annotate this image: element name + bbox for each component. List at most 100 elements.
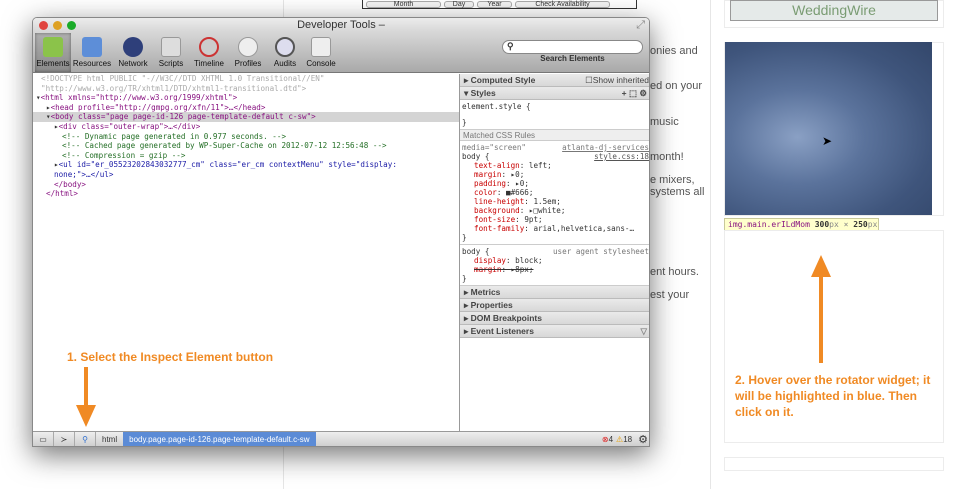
- title-bar: Developer Tools – ⤢: [33, 18, 649, 33]
- arrow-up-icon: [811, 255, 831, 363]
- css-property[interactable]: color: ■#666;: [462, 188, 649, 197]
- page-text: month!: [650, 151, 684, 163]
- page-text: onies and: [650, 45, 698, 57]
- tooltip-width: 300: [814, 220, 830, 229]
- dom-node[interactable]: "http://www.w3.org/TR/xhtml1/DTD/xhtml1-…: [33, 84, 459, 94]
- dom-node[interactable]: </body>: [33, 180, 459, 190]
- mouse-cursor-icon: ➤: [822, 134, 833, 148]
- console-icon: [311, 37, 331, 57]
- dom-comment[interactable]: <!-- Dynamic page generated in 0.977 sec…: [33, 132, 459, 142]
- dom-comment[interactable]: <!-- Compression = gzip -->: [33, 151, 459, 161]
- properties-header[interactable]: ▸ Properties: [460, 299, 649, 312]
- css-property[interactable]: display: block;: [462, 256, 649, 265]
- search-elements: ⚲ Search Elements: [502, 40, 643, 63]
- styles-header[interactable]: ▾ Styles + ⬚ ⚙: [460, 87, 649, 100]
- source-link[interactable]: style.css:18: [594, 152, 649, 161]
- page-text: e mixers,: [650, 174, 695, 186]
- weddingwire-logo[interactable]: WeddingWire: [730, 0, 938, 21]
- event-listeners-header[interactable]: ▸ Event Listeners ▽: [460, 325, 649, 338]
- dom-node[interactable]: <!DOCTYPE html PUBLIC "-//W3C//DTD XHTML…: [33, 74, 459, 84]
- sidebar-widget: [724, 457, 944, 471]
- fullscreen-icon[interactable]: ⤢: [636, 18, 645, 33]
- metrics-header[interactable]: ▸ Metrics: [460, 286, 649, 299]
- rotator-image-highlighted[interactable]: [725, 42, 932, 215]
- dom-node[interactable]: none;">…</ul>: [33, 170, 459, 180]
- check-availability-button[interactable]: Check Availability: [515, 1, 610, 8]
- dom-node[interactable]: ▾<html xmlns="http://www.w3.org/1999/xht…: [33, 93, 459, 103]
- dom-node-selected[interactable]: ▾<body class="page page-id-126 page-temp…: [33, 112, 459, 122]
- search-icon: ⚲: [507, 41, 514, 51]
- tab-audits[interactable]: Audits: [267, 33, 303, 72]
- resources-icon: [82, 37, 102, 57]
- css-property[interactable]: font-size: 9pt;: [462, 215, 649, 224]
- tab-elements[interactable]: Elements: [35, 33, 71, 72]
- minimize-button[interactable]: [53, 21, 62, 30]
- css-property[interactable]: line-height: 1.5em;: [462, 197, 649, 206]
- settings-gear-icon[interactable]: ⚙: [638, 433, 648, 446]
- tooltip-unit: px: [829, 220, 839, 229]
- css-property[interactable]: font-family: arial,helvetica,sans-…: [462, 224, 649, 233]
- styles-actions-icon[interactable]: + ⬚ ⚙: [622, 87, 647, 100]
- year-select[interactable]: Year: [477, 1, 512, 8]
- tooltip-unit: px: [867, 220, 878, 229]
- breadcrumb-html[interactable]: html: [96, 432, 123, 447]
- console-toggle-icon[interactable]: ≻: [54, 431, 75, 446]
- show-inherited-checkbox[interactable]: ☐Show inherited: [585, 74, 649, 87]
- inspect-element-icon[interactable]: ⚲: [75, 431, 96, 446]
- dom-node[interactable]: ▸<head profile="http://gmpg.org/xfn/11">…: [33, 103, 459, 113]
- warning-icon: ⚠: [616, 434, 624, 444]
- profiles-icon: [238, 37, 258, 57]
- styles-sidebar: ▸ Computed Style ☐Show inherited ▾ Styles…: [459, 74, 649, 433]
- tab-resources[interactable]: Resources: [71, 33, 113, 72]
- tooltip-times: ×: [843, 220, 849, 229]
- tooltip-height: 250: [853, 220, 868, 229]
- dom-node[interactable]: ▸<ul id="er_05523202843032777_cm" class=…: [33, 160, 459, 170]
- tab-profiles[interactable]: Profiles: [229, 33, 267, 72]
- dom-node[interactable]: ▸<div class="outer-wrap">…</div>: [33, 122, 459, 132]
- elements-icon: [43, 37, 63, 57]
- page-text: est your: [650, 289, 690, 301]
- css-property[interactable]: text-align: left;: [462, 161, 649, 170]
- close-button[interactable]: [39, 21, 48, 30]
- filter-icon[interactable]: ▽: [640, 325, 647, 338]
- matched-css-rules-header: Matched CSS Rules: [460, 130, 649, 141]
- search-label: Search Elements: [540, 54, 605, 63]
- css-property[interactable]: margin: ▸0;: [462, 170, 649, 179]
- css-property[interactable]: background: ▸□white;: [462, 206, 649, 215]
- warning-count[interactable]: 18: [623, 435, 632, 444]
- css-rule: body {user agent stylesheet display: blo…: [460, 245, 649, 286]
- element-style-rule: element.style {}: [460, 100, 649, 130]
- status-bar: ▭ ≻ ⚲ html body.page.page-id-126.page-te…: [33, 431, 649, 447]
- source-link[interactable]: atlanta-dj-services: [562, 143, 649, 152]
- zoom-button[interactable]: [67, 21, 76, 30]
- tab-timeline[interactable]: Timeline: [189, 33, 229, 72]
- search-input[interactable]: [502, 40, 643, 54]
- css-rule: media="screen" atlanta-dj-services body {…: [460, 141, 649, 245]
- developer-tools-window: Developer Tools – ⤢ Elements Resources N…: [32, 17, 650, 447]
- dom-node[interactable]: </html>: [33, 189, 459, 199]
- error-count[interactable]: 4: [609, 435, 613, 444]
- dock-icon[interactable]: ▭: [33, 431, 54, 446]
- window-title: Developer Tools –: [297, 19, 385, 31]
- dom-comment[interactable]: <!-- Cached page generated by WP-Super-C…: [33, 141, 459, 151]
- tab-network[interactable]: Network: [113, 33, 153, 72]
- tab-scripts[interactable]: Scripts: [153, 33, 189, 72]
- annotation-step-1: 1. Select the Inspect Element button: [67, 350, 274, 364]
- breadcrumb-body[interactable]: body.page.page-id-126.page-template-defa…: [123, 431, 316, 446]
- availability-form: Month Day Year Check Availability: [362, 0, 637, 9]
- month-select[interactable]: Month: [366, 1, 441, 8]
- network-icon: [123, 37, 143, 57]
- day-select[interactable]: Day: [444, 1, 474, 8]
- dom-breakpoints-header[interactable]: ▸ DOM Breakpoints: [460, 312, 649, 325]
- tooltip-selector: img.main.erILdMom: [728, 220, 810, 229]
- css-property-overridden[interactable]: margin: ▸8px;: [462, 265, 649, 274]
- error-icon: ⊗: [601, 434, 609, 444]
- page-text: ent hours.: [650, 266, 699, 278]
- audits-icon: [275, 37, 295, 57]
- page-text: music: [650, 116, 679, 128]
- annotation-step-2: 2. Hover over the rotator widget; it wil…: [735, 373, 931, 419]
- timeline-icon: [199, 37, 219, 57]
- computed-style-header[interactable]: ▸ Computed Style ☐Show inherited: [460, 74, 649, 87]
- css-property[interactable]: padding: ▸0;: [462, 179, 649, 188]
- tab-console[interactable]: Console: [303, 33, 339, 72]
